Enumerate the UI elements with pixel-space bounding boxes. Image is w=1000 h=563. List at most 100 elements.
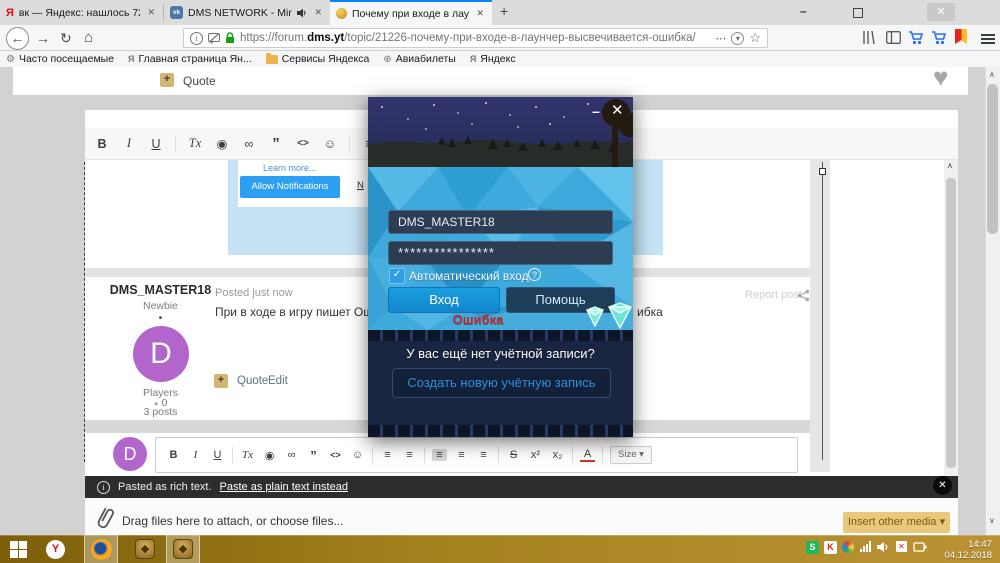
blockquote-icon[interactable]: ”	[268, 135, 284, 152]
taskbar-clock[interactable]: 14:47 04.12.2018	[930, 539, 992, 561]
link-icon[interactable]: ∞	[284, 449, 299, 461]
scroll-down-icon[interactable]: ∨	[989, 516, 995, 525]
font-color-icon[interactable]: A	[580, 448, 595, 462]
code-icon[interactable]: <>	[328, 450, 343, 460]
launcher-minimize-icon[interactable]: –	[592, 103, 600, 119]
tab-audio-icon[interactable]	[297, 8, 307, 18]
bold-icon[interactable]: B	[166, 449, 181, 461]
back-button[interactable]: ←	[6, 27, 29, 50]
cart-icon-2[interactable]	[931, 30, 947, 45]
bookmark-yandex[interactable]: ЯЯндекс	[470, 53, 516, 65]
reload-button[interactable]: ↻	[60, 30, 72, 47]
bookmark-yandex-home[interactable]: ЯГлавная страница Ян...	[128, 53, 252, 65]
cart-icon[interactable]	[908, 30, 924, 45]
superscript-icon[interactable]: x²	[528, 449, 543, 461]
tray-skype-icon[interactable]: S	[806, 541, 819, 554]
new-tab-button[interactable]: +	[500, 3, 508, 19]
italic-icon[interactable]: I	[127, 136, 131, 150]
emoji-icon[interactable]: ☺	[350, 449, 365, 461]
italic-icon[interactable]: I	[194, 449, 198, 461]
start-button[interactable]	[10, 541, 27, 558]
sidebar-icon[interactable]	[886, 31, 901, 44]
like-heart-icon[interactable]: ♥	[933, 62, 948, 93]
bullet-list-icon[interactable]: ≡	[380, 449, 395, 461]
bold-icon[interactable]: B	[94, 137, 110, 151]
url-text[interactable]: https://forum.dms.yt/topic/21226-почему-…	[240, 32, 710, 44]
tray-volume-icon[interactable]	[877, 541, 890, 553]
multiquote-button[interactable]: +	[214, 374, 228, 388]
align-center-icon[interactable]: ≡	[454, 449, 469, 461]
editor-scroll-up-icon[interactable]: ∧	[947, 161, 953, 170]
permissions-icon[interactable]	[208, 33, 220, 44]
bookmark-avia[interactable]: ⊕Авиабилеты	[383, 53, 456, 65]
window-minimize-button[interactable]: –	[800, 4, 807, 18]
post-author-name[interactable]: DMS_MASTER18	[108, 283, 213, 297]
tab-close-icon[interactable]: ✕	[474, 8, 486, 19]
taskbar-launcher-icon[interactable]: ◆	[128, 535, 162, 563]
help-question-icon[interactable]: ?	[528, 268, 541, 281]
tray-action-center-icon[interactable]: ✕	[896, 541, 907, 552]
choose-files-link[interactable]: choose files...	[270, 514, 343, 528]
link-icon[interactable]: ∞	[241, 137, 257, 151]
font-size-select[interactable]: Size ▾	[610, 446, 652, 464]
page-info-icon[interactable]: i	[190, 32, 203, 45]
underline-icon[interactable]: U	[210, 449, 225, 461]
align-left-icon[interactable]: ≡	[432, 449, 447, 461]
window-restore-button[interactable]	[853, 8, 863, 18]
forward-button[interactable]: →	[36, 30, 50, 46]
post-author-avatar[interactable]: D	[133, 326, 189, 382]
clear-format-icon[interactable]: Tx	[189, 136, 202, 150]
menu-hamburger-icon[interactable]	[981, 32, 995, 46]
quote-link[interactable]: Quote	[183, 74, 216, 88]
tab-yandex-search[interactable]: Я вк — Яндекс: нашлось 722 мл ✕	[0, 0, 163, 25]
page-scroll-thumb[interactable]	[987, 84, 998, 234]
preview-eye-icon[interactable]: ◉	[262, 449, 277, 462]
window-close-button[interactable]: ✕	[927, 3, 955, 21]
subscript-icon[interactable]: x₂	[550, 449, 565, 461]
tray-kaspersky-icon[interactable]: K	[824, 541, 837, 554]
selection-border-right[interactable]	[822, 162, 823, 460]
login-button[interactable]: Вход	[388, 287, 500, 313]
emoji-icon[interactable]: ☺	[322, 137, 338, 151]
blockquote-icon[interactable]: ”	[306, 448, 321, 463]
numbered-list-icon[interactable]: ≡	[402, 449, 417, 461]
code-icon[interactable]: <>	[295, 138, 311, 149]
selection-resize-handle[interactable]	[819, 168, 826, 175]
post-edit-link[interactable]: Edit	[268, 375, 288, 387]
taskbar-yandex-browser-icon[interactable]: Y	[46, 540, 65, 559]
library-icon[interactable]	[862, 30, 878, 45]
dismiss-close-icon[interactable]: ✕	[933, 476, 952, 495]
password-input[interactable]: ****************	[388, 241, 613, 265]
tab-active-topic[interactable]: Почему при входе в лаунчер ✕	[330, 0, 492, 25]
bookmark-yandex-services[interactable]: Сервисы Яндекса	[266, 53, 370, 65]
plus-quote-button[interactable]: +	[160, 73, 174, 87]
page-actions-icon[interactable]: ⋯	[715, 32, 726, 45]
paste-plain-link[interactable]: Paste as plain text instead	[220, 481, 348, 493]
tab-close-icon[interactable]: ✕	[312, 7, 324, 18]
tray-pinwheel-icon[interactable]	[842, 541, 854, 553]
tray-network-icon[interactable]	[860, 541, 871, 552]
editor-scroll-thumb[interactable]	[946, 178, 956, 468]
bookmark-frequent[interactable]: ⚙Часто посещаемые	[6, 53, 114, 65]
align-right-icon[interactable]: ≡	[476, 449, 491, 461]
clear-format-icon[interactable]: Tx	[242, 449, 253, 461]
underline-icon[interactable]: U	[148, 137, 164, 151]
strikethrough-icon[interactable]: S	[506, 449, 521, 461]
autologin-checkbox[interactable]: ✓	[389, 268, 405, 284]
insert-media-button[interactable]: Insert other media ▾	[843, 512, 950, 533]
tab-close-icon[interactable]: ✕	[145, 7, 157, 18]
taskbar-firefox-icon[interactable]	[84, 535, 118, 563]
scroll-up-icon[interactable]: ∧	[989, 70, 995, 79]
create-account-button[interactable]: Создать новую учётную запись	[392, 368, 611, 398]
post-quote-link[interactable]: Quote	[237, 375, 268, 387]
pocket-icon[interactable]: ▾	[731, 32, 744, 45]
url-bar[interactable]: i https://forum.dms.yt/topic/21226-почем…	[183, 28, 768, 48]
taskbar-launcher-icon-active[interactable]: ◆	[166, 535, 200, 563]
launcher-close-icon[interactable]: ✕	[611, 101, 624, 119]
username-input[interactable]: DMS_MASTER18	[388, 210, 613, 234]
tab-dms-network[interactable]: vk DMS NETWORK - Minecraft ✕	[164, 0, 330, 25]
bookmark-star-icon[interactable]: ☆	[749, 30, 761, 46]
report-post-link[interactable]: Report post	[745, 289, 802, 301]
share-icon[interactable]	[797, 289, 810, 302]
preview-eye-icon[interactable]: ◉	[214, 136, 230, 151]
